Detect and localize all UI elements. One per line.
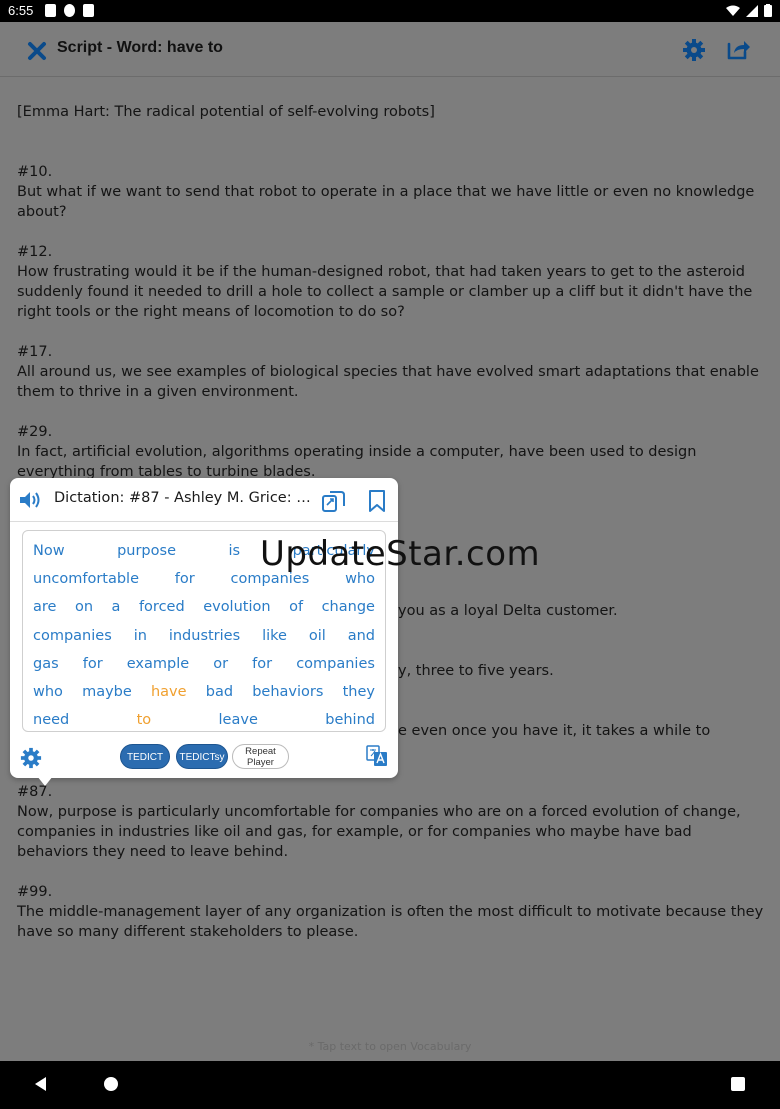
dictation-word[interactable]: and: [348, 628, 375, 644]
dictation-word[interactable]: have: [151, 684, 187, 700]
dictation-word[interactable]: maybe: [82, 684, 132, 700]
close-icon[interactable]: [24, 38, 50, 64]
entry-number: #17.: [17, 344, 53, 360]
notification-icon: [83, 4, 94, 17]
script-heading: [Emma Hart: The radical potential of sel…: [17, 104, 435, 120]
wifi-icon: [726, 5, 740, 16]
notification-icon: [45, 4, 56, 17]
home-icon[interactable]: [104, 1077, 118, 1091]
entry-number: #29.: [17, 424, 53, 440]
entry-number: #87.: [17, 784, 53, 800]
script-entry[interactable]: #10. But what if we want to send that ro…: [17, 162, 767, 222]
tedictsy-button[interactable]: TEDICTsy: [176, 744, 228, 769]
dictation-line: need to leave behind: [31, 706, 377, 734]
recent-apps-icon[interactable]: [731, 1077, 745, 1091]
dictation-word[interactable]: for: [252, 656, 272, 672]
script-partial-line[interactable]: e even once you have it, it takes a whil…: [398, 723, 710, 739]
script-entry[interactable]: #12. How frustrating would it be if the …: [17, 242, 767, 322]
dictation-word[interactable]: in: [134, 628, 147, 644]
dictation-word[interactable]: forced: [139, 599, 185, 615]
script-content[interactable]: [Emma Hart: The radical potential of sel…: [17, 102, 767, 502]
dictation-line: gas for example or for companies: [31, 650, 377, 678]
repeat-player-label-line1: Repeat: [245, 746, 276, 757]
speaker-icon[interactable]: [19, 490, 43, 510]
dictation-word[interactable]: purpose: [117, 543, 176, 559]
dictation-word[interactable]: for: [175, 571, 195, 587]
dictation-word[interactable]: evolution: [203, 599, 270, 615]
settings-gear-icon[interactable]: [682, 38, 706, 62]
popup-settings-icon[interactable]: [20, 747, 42, 769]
dictation-word[interactable]: or: [213, 656, 228, 672]
dictation-word[interactable]: bad: [206, 684, 233, 700]
popup-pointer: [37, 776, 53, 786]
notification-icons: [45, 4, 94, 17]
script-entry[interactable]: #87. Now, purpose is particularly uncomf…: [17, 782, 767, 862]
popup-divider: [10, 521, 398, 522]
entry-text[interactable]: All around us, we see examples of biolog…: [17, 362, 767, 402]
status-bar: 6:55: [0, 0, 780, 22]
dictation-word[interactable]: leave: [219, 712, 258, 728]
popup-toolbar: TEDICT TEDICTsy Repeat Player: [10, 740, 398, 776]
script-content-lower[interactable]: #87. Now, purpose is particularly uncomf…: [17, 782, 767, 962]
copy-icon[interactable]: [321, 488, 347, 514]
bookmark-icon[interactable]: [367, 489, 387, 513]
dictation-word[interactable]: oil: [309, 628, 326, 644]
translate-icon[interactable]: [366, 745, 388, 767]
entry-text[interactable]: Now, purpose is particularly uncomfortab…: [17, 802, 767, 862]
entry-number: #12.: [17, 244, 53, 260]
dictation-word[interactable]: who: [33, 684, 63, 700]
dictation-word[interactable]: change: [322, 599, 375, 615]
dictation-word[interactable]: uncomfortable: [33, 571, 139, 587]
dictation-word[interactable]: of: [289, 599, 303, 615]
script-partial-line[interactable]: y, three to five years.: [398, 663, 554, 679]
entry-text[interactable]: How frustrating would it be if the human…: [17, 262, 767, 322]
dictation-word[interactable]: example: [127, 656, 189, 672]
vocabulary-hint: * Tap text to open Vocabulary: [308, 1040, 472, 1053]
app-bar: Script - Word: have to: [0, 22, 780, 77]
dictation-line: who maybe have bad behaviors they: [31, 678, 377, 706]
entry-text[interactable]: But what if we want to send that robot t…: [17, 182, 767, 222]
system-nav-bar: [0, 1061, 780, 1109]
entry-text[interactable]: The middle-management layer of any organ…: [17, 902, 767, 942]
back-icon[interactable]: [35, 1077, 46, 1091]
tedict-button[interactable]: TEDICT: [120, 744, 170, 769]
dictation-word[interactable]: is: [228, 543, 240, 559]
battery-icon: [764, 4, 772, 17]
popup-title: Dictation: #87 - Ashley M. Grice: Th...: [54, 490, 316, 506]
dictation-word[interactable]: need: [33, 712, 69, 728]
dictation-word[interactable]: they: [343, 684, 375, 700]
repeat-player-button[interactable]: Repeat Player: [232, 744, 289, 769]
dictation-word[interactable]: industries: [169, 628, 240, 644]
dictation-word[interactable]: a: [112, 599, 121, 615]
dictation-word[interactable]: behind: [325, 712, 375, 728]
dictation-word[interactable]: on: [75, 599, 93, 615]
dictation-word[interactable]: for: [83, 656, 103, 672]
dictation-word[interactable]: are: [33, 599, 56, 615]
dictation-word[interactable]: Now: [33, 543, 65, 559]
watermark-text: UpdateStar.com: [260, 534, 541, 574]
dictation-line: are on a forced evolution of change: [31, 593, 377, 621]
entry-number: #10.: [17, 164, 53, 180]
notification-icon: [64, 4, 75, 17]
dictation-popup: Dictation: #87 - Ashley M. Grice: Th... …: [10, 478, 398, 778]
dictation-word[interactable]: like: [262, 628, 287, 644]
entry-number: #99.: [17, 884, 53, 900]
script-entry[interactable]: #99. The middle-management layer of any …: [17, 882, 767, 942]
script-entry[interactable]: #17. All around us, we see examples of b…: [17, 342, 767, 402]
dictation-line: companies in industries like oil and: [31, 622, 377, 650]
script-partial-line[interactable]: you as a loyal Delta customer.: [398, 603, 618, 619]
share-icon[interactable]: [725, 36, 751, 62]
dictation-word[interactable]: companies: [296, 656, 375, 672]
script-entry[interactable]: #29. In fact, artificial evolution, algo…: [17, 422, 767, 482]
dictation-word[interactable]: to: [137, 712, 152, 728]
dictation-word[interactable]: behaviors: [252, 684, 323, 700]
page-title: Script - Word: have to: [57, 39, 223, 56]
repeat-player-label-line2: Player: [247, 757, 274, 768]
signal-icon: [746, 4, 758, 17]
dictation-word[interactable]: companies: [33, 628, 112, 644]
status-time: 6:55: [8, 3, 34, 18]
system-icons: [726, 4, 772, 17]
dictation-word[interactable]: gas: [33, 656, 59, 672]
entry-text[interactable]: In fact, artificial evolution, algorithm…: [17, 442, 767, 482]
